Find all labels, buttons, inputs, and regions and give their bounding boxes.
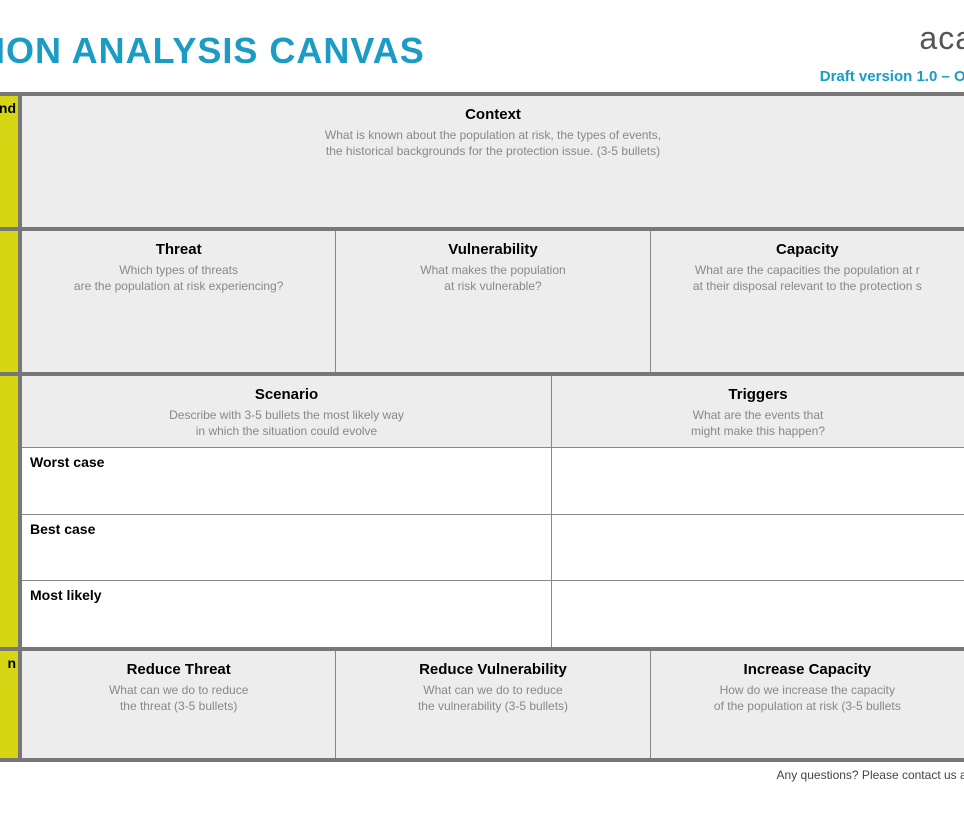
row-context: nd Context What is known about the popul… xyxy=(0,92,964,227)
scenario-row-worst: Worst case xyxy=(22,448,964,515)
tab-context: nd xyxy=(0,96,22,227)
reduce-threat-title: Reduce Threat xyxy=(30,661,327,678)
vulnerability-title: Vulnerability xyxy=(344,241,641,258)
canvas: nd Context What is known about the popul… xyxy=(0,92,964,762)
page-title: ECTION ANALYSIS CANVAS xyxy=(0,30,964,72)
footer: Any questions? Please contact us at xyxy=(0,762,964,782)
scenario-row-best: Best case xyxy=(22,515,964,582)
triggers-sub2: might make this happen? xyxy=(560,423,956,439)
cell-reduce-vulnerability: Reduce Vulnerability What can we do to r… xyxy=(336,651,650,758)
increase-cap-title: Increase Capacity xyxy=(659,661,956,678)
tab-scenario xyxy=(0,376,22,647)
best-case-triggers xyxy=(552,515,964,581)
cell-vulnerability: Vulnerability What makes the population … xyxy=(336,231,650,372)
vulnerability-sub1: What makes the population xyxy=(344,262,641,278)
cell-scenario-header: Scenario Describe with 3-5 bullets the m… xyxy=(22,376,552,447)
cell-increase-capacity: Increase Capacity How do we increase the… xyxy=(651,651,964,758)
increase-cap-sub1: How do we increase the capacity xyxy=(659,682,956,698)
threat-sub1: Which types of threats xyxy=(30,262,327,278)
cell-capacity: Capacity What are the capacities the pop… xyxy=(651,231,964,372)
increase-cap-sub2: of the population at risk (3-5 bullets xyxy=(659,698,956,714)
reduce-threat-sub2: the threat (3-5 bullets) xyxy=(30,698,327,714)
scenario-row-likely: Most likely xyxy=(22,581,964,647)
reduce-vuln-title: Reduce Vulnerability xyxy=(344,661,641,678)
threat-title: Threat xyxy=(30,241,327,258)
context-title: Context xyxy=(30,106,956,123)
cell-threat: Threat Which types of threats are the po… xyxy=(22,231,336,372)
cell-context: Context What is known about the populati… xyxy=(22,96,964,227)
cell-reduce-threat: Reduce Threat What can we do to reduce t… xyxy=(22,651,336,758)
capacity-sub1: What are the capacities the population a… xyxy=(659,262,956,278)
reduce-vuln-sub1: What can we do to reduce xyxy=(344,682,641,698)
row-strategy: n Reduce Threat What can we do to reduce… xyxy=(0,647,964,762)
worst-case-label: Worst case xyxy=(22,448,552,514)
version-label: Draft version 1.0 – Oc xyxy=(820,68,964,85)
header: ECTION ANALYSIS CANVAS aca Draft version… xyxy=(0,0,964,92)
reduce-vuln-sub2: the vulnerability (3-5 bullets) xyxy=(344,698,641,714)
context-sub1: What is known about the population at ri… xyxy=(30,127,956,143)
scenario-sub1: Describe with 3-5 bullets the most likel… xyxy=(30,407,543,423)
row-scenario: Scenario Describe with 3-5 bullets the m… xyxy=(0,372,964,647)
most-likely-triggers xyxy=(552,581,964,647)
capacity-sub2: at their disposal relevant to the protec… xyxy=(659,278,956,294)
row-risk: Threat Which types of threats are the po… xyxy=(0,227,964,372)
best-case-label: Best case xyxy=(22,515,552,581)
cell-triggers-header: Triggers What are the events that might … xyxy=(552,376,964,447)
worst-case-triggers xyxy=(552,448,964,514)
capacity-title: Capacity xyxy=(659,241,956,258)
context-sub2: the historical backgrounds for the prote… xyxy=(30,143,956,159)
tab-risk xyxy=(0,231,22,372)
most-likely-label: Most likely xyxy=(22,581,552,647)
tab-strategy: n xyxy=(0,651,22,758)
triggers-sub1: What are the events that xyxy=(560,407,956,423)
brand-logo: aca xyxy=(919,20,964,57)
contact-text: Any questions? Please contact us at xyxy=(777,768,964,782)
triggers-title: Triggers xyxy=(560,386,956,403)
reduce-threat-sub1: What can we do to reduce xyxy=(30,682,327,698)
vulnerability-sub2: at risk vulnerable? xyxy=(344,278,641,294)
threat-sub2: are the population at risk experiencing? xyxy=(30,278,327,294)
scenario-sub2: in which the situation could evolve xyxy=(30,423,543,439)
scenario-title: Scenario xyxy=(30,386,543,403)
